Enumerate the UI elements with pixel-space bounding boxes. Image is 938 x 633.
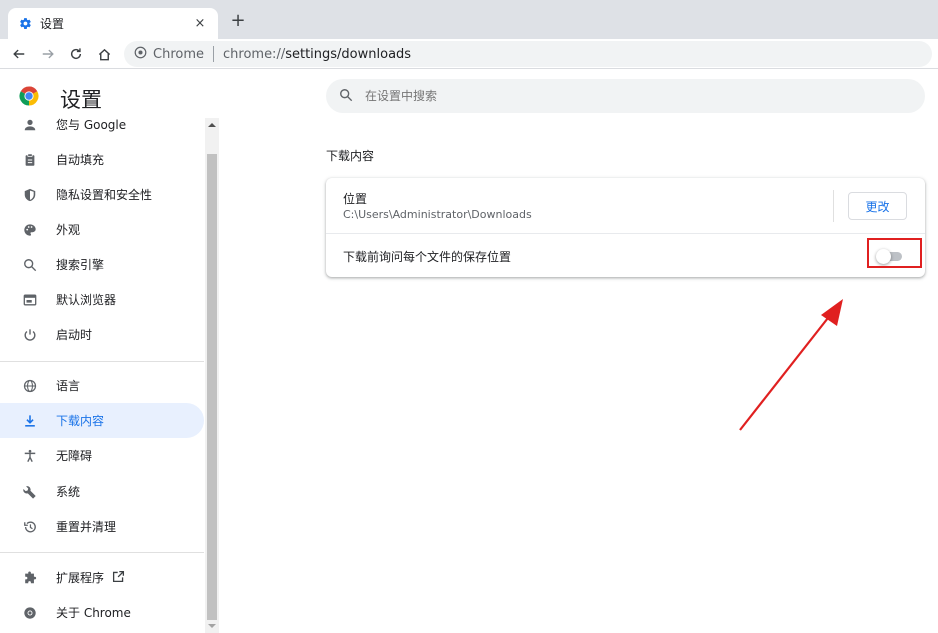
shield-icon bbox=[22, 187, 38, 203]
sidebar-item-label: 重置并清理 bbox=[56, 520, 117, 534]
sidebar-item-about[interactable]: 关于 Chrome bbox=[0, 595, 204, 630]
sidebar-item-system[interactable]: 系统 bbox=[0, 474, 204, 509]
sidebar-item-appearance[interactable]: 外观 bbox=[0, 212, 204, 247]
annotation-arrow-icon bbox=[739, 299, 843, 431]
page-title: 设置 bbox=[60, 88, 102, 112]
sidebar-item-label: 默认浏览器 bbox=[56, 293, 117, 307]
sidebar-item-label: 扩展程序 bbox=[56, 569, 125, 587]
tab-title: 设置 bbox=[40, 17, 65, 31]
person-icon bbox=[22, 117, 38, 133]
back-arrow-icon[interactable] bbox=[8, 43, 30, 65]
sidebar-item-label: 启动时 bbox=[56, 328, 93, 342]
address-bar[interactable]: Chrome chrome://settings/downloads bbox=[124, 41, 932, 67]
section-title: 下载内容 bbox=[326, 149, 375, 163]
sidebar-item-label: 隐私设置和安全性 bbox=[56, 188, 153, 202]
globe-icon bbox=[22, 378, 38, 394]
toolbar: Chrome chrome://settings/downloads bbox=[0, 39, 938, 69]
search-icon bbox=[339, 87, 353, 106]
location-row: 位置 C:\Users\Administrator\Downloads 更改 bbox=[326, 178, 925, 234]
sidebar-divider bbox=[0, 361, 204, 362]
sidebar-item-label: 系统 bbox=[56, 485, 81, 499]
chrome-logo-icon bbox=[19, 86, 39, 106]
gear-icon bbox=[18, 17, 32, 31]
sidebar-item-label: 语言 bbox=[56, 379, 81, 393]
sidebar: 您与 Google 自动填充 隐私设置和安全性 外观 搜索引擎 默认浏览器 启动… bbox=[0, 115, 204, 633]
ask-where-to-save-label: 下载前询问每个文件的保存位置 bbox=[343, 250, 512, 264]
url-path: settings/downloads bbox=[285, 46, 412, 62]
site-chip: Chrome bbox=[153, 46, 204, 62]
search-input[interactable] bbox=[365, 89, 865, 103]
browser-icon bbox=[22, 292, 38, 308]
scroll-down-arrow-icon[interactable] bbox=[205, 623, 219, 633]
url-text: chrome://settings/downloads bbox=[223, 47, 411, 62]
close-icon[interactable]: × bbox=[192, 16, 208, 31]
sidebar-item-default-browser[interactable]: 默认浏览器 bbox=[0, 282, 204, 317]
annotation-highlight-box bbox=[867, 238, 922, 268]
row-divider bbox=[833, 190, 834, 222]
scroll-up-arrow-icon[interactable] bbox=[205, 122, 219, 132]
tab-settings[interactable]: 设置 × bbox=[8, 8, 218, 39]
sidebar-item-languages[interactable]: 语言 bbox=[0, 368, 204, 403]
sidebar-divider bbox=[0, 552, 204, 553]
sidebar-item-autofill[interactable]: 自动填充 bbox=[0, 142, 204, 177]
sidebar-item-label: 您与 Google bbox=[56, 118, 127, 132]
sidebar-item-you-and-google[interactable]: 您与 Google bbox=[0, 115, 204, 142]
sidebar-item-label: 外观 bbox=[56, 223, 81, 237]
sidebar-item-reset[interactable]: 重置并清理 bbox=[0, 509, 204, 544]
sidebar-item-label: 自动填充 bbox=[56, 153, 105, 167]
puzzle-icon bbox=[22, 570, 38, 586]
forward-arrow-icon[interactable] bbox=[37, 43, 59, 65]
location-path: C:\Users\Administrator\Downloads bbox=[343, 208, 532, 221]
tab-strip: 设置 × + bbox=[0, 0, 938, 39]
palette-icon bbox=[22, 222, 38, 238]
clipboard-icon bbox=[22, 152, 38, 168]
scroll-thumb[interactable] bbox=[207, 154, 217, 620]
sidebar-item-downloads[interactable]: 下载内容 bbox=[0, 403, 204, 438]
sidebar-item-text: 扩展程序 bbox=[56, 570, 105, 585]
sidebar-item-label: 关于 Chrome bbox=[56, 606, 131, 620]
settings-search[interactable] bbox=[326, 79, 925, 113]
location-label: 位置 bbox=[343, 192, 368, 206]
change-location-button[interactable]: 更改 bbox=[848, 192, 907, 220]
sidebar-item-label: 下载内容 bbox=[56, 414, 105, 428]
wrench-icon bbox=[22, 484, 38, 500]
downloads-card: 位置 C:\Users\Administrator\Downloads 更改 下… bbox=[326, 178, 925, 277]
omnibox-divider bbox=[213, 46, 214, 62]
url-scheme: chrome:// bbox=[223, 46, 286, 62]
accessibility-icon bbox=[22, 448, 38, 464]
sidebar-item-privacy[interactable]: 隐私设置和安全性 bbox=[0, 177, 204, 212]
sidebar-scrollbar[interactable] bbox=[205, 118, 219, 633]
power-icon bbox=[22, 327, 38, 343]
sidebar-item-label: 搜索引擎 bbox=[56, 258, 105, 272]
sidebar-item-search-engine[interactable]: 搜索引擎 bbox=[0, 247, 204, 282]
chrome-icon bbox=[134, 46, 147, 63]
sidebar-item-accessibility[interactable]: 无障碍 bbox=[0, 438, 204, 473]
search-icon bbox=[22, 257, 38, 273]
download-icon bbox=[22, 413, 38, 429]
reload-icon[interactable] bbox=[65, 43, 87, 65]
restore-icon bbox=[22, 519, 38, 535]
open-in-new-icon bbox=[112, 570, 125, 586]
sidebar-item-extensions[interactable]: 扩展程序 bbox=[0, 560, 204, 595]
home-icon[interactable] bbox=[93, 43, 115, 65]
chrome-icon bbox=[22, 605, 38, 621]
sidebar-item-label: 无障碍 bbox=[56, 449, 93, 463]
sidebar-item-on-startup[interactable]: 启动时 bbox=[0, 317, 204, 352]
new-tab-button[interactable]: + bbox=[229, 12, 247, 30]
